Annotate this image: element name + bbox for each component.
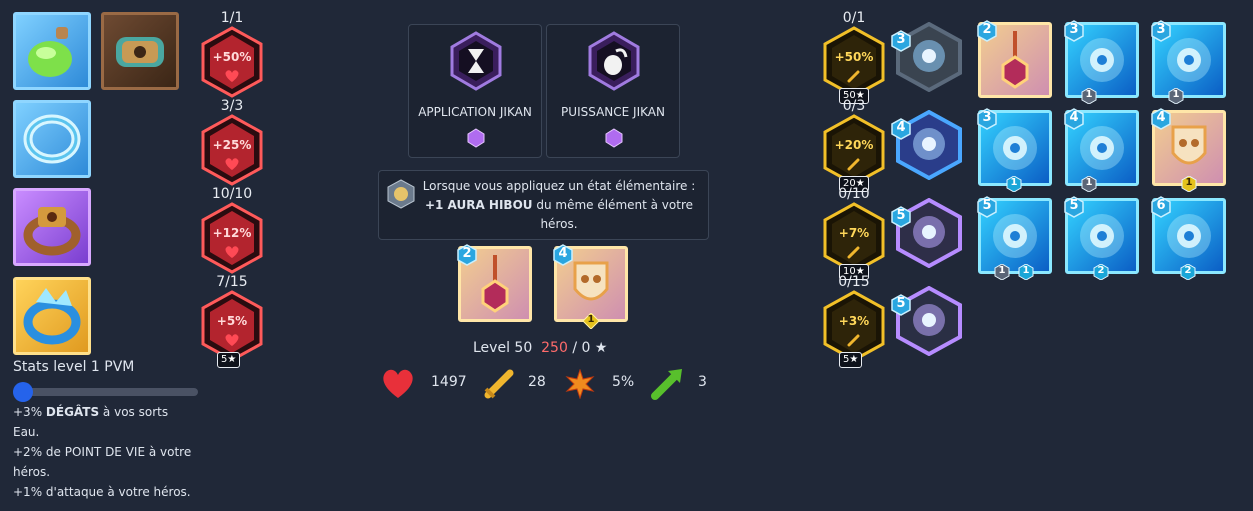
green-potion-item[interactable] [13, 12, 91, 90]
star-icon: ★ [594, 340, 608, 356]
speed-arrow-icon [651, 369, 682, 400]
upgrade-badge: 1 [1006, 175, 1022, 193]
crystal-ring-item[interactable] [13, 277, 91, 355]
sword-icon [847, 246, 860, 259]
upgrade-badge: 1 [582, 312, 600, 330]
heart-icon [225, 246, 239, 258]
ability-label: PUISSANCE JIKAN [561, 105, 665, 119]
bonus-count: 0/3 [842, 98, 866, 114]
upgrade-badge: 1 [1181, 175, 1197, 193]
bonus-count: 1/1 [220, 10, 244, 26]
upgrade-badge: 1 [1018, 263, 1034, 281]
bonus-percent: +5% [216, 314, 248, 328]
tooltip-line3: héros. [540, 217, 578, 231]
level-badge: 5 [1063, 196, 1085, 218]
hourglass-crest-icon [450, 31, 502, 91]
bonus-hex[interactable]: +25% [200, 114, 264, 186]
star-requirement-badge: 5★ [839, 352, 863, 368]
heart-icon [225, 158, 239, 170]
bonus-hex[interactable]: +50% [200, 26, 264, 98]
bonus-percent: +25% [212, 138, 252, 152]
star-requirement-badge: 5★ [217, 352, 241, 368]
bonus-percent: +12% [212, 226, 252, 240]
level-badge: 3 [1063, 20, 1085, 42]
level-badge: 5 [976, 196, 998, 218]
stats-title: Stats level 1 PVM [13, 359, 135, 375]
ability-panel-puissance[interactable]: PUISSANCE JIKAN [546, 24, 680, 158]
bonus-count: 10/10 [211, 186, 253, 202]
level-badge: 2 [976, 20, 998, 42]
crystal-ring-icon [23, 288, 81, 345]
upgrade-badge: 1 [1081, 175, 1097, 193]
sword-icon [484, 369, 514, 399]
bonus-count: 0/10 [838, 186, 870, 202]
level-badge: 3 [890, 30, 912, 52]
stars-current: 250 [541, 340, 568, 356]
gem-ring-icon [23, 207, 81, 256]
hand-crest-icon [588, 31, 640, 91]
effect-tooltip: Lorsque vous appliquez un état élémentai… [378, 170, 709, 240]
health-value: 1497 [431, 374, 467, 390]
sword-icon [847, 70, 860, 83]
ability-label: APPLICATION JIKAN [418, 105, 532, 119]
cannon-icon [116, 37, 164, 67]
hero-level-line: Level 50 250 / 0 ★ [473, 340, 608, 356]
attack-value: 28 [528, 374, 546, 390]
critical-icon [565, 369, 595, 399]
level-badge: 4 [1063, 108, 1085, 130]
upgrade-badge: 1 [1168, 87, 1184, 105]
bonus-count: 3/3 [220, 98, 244, 114]
stats-description: +3% DÉGÂTS à vos sorts Eau. +2% de POINT… [13, 405, 192, 499]
upgrade-badge: 1 [994, 263, 1010, 281]
speed-value: 3 [698, 374, 707, 390]
tooltip-line1: Lorsque vous appliquez un état élémentai… [422, 179, 696, 193]
bonus-count: 7/15 [216, 274, 248, 290]
level-badge: 3 [976, 108, 998, 130]
ring-icon [23, 114, 81, 164]
bonus-percent: +3% [838, 314, 870, 328]
bonus-count: 0/1 [842, 10, 866, 26]
bonus-percent: +50% [834, 50, 874, 64]
slider-handle[interactable] [13, 382, 33, 402]
bonus-count: 0/15 [838, 274, 870, 290]
purple-gem-icon [605, 128, 623, 148]
bonus-percent: +20% [834, 138, 874, 152]
ice-ring-item[interactable] [13, 100, 91, 178]
bonus-hex[interactable]: +12% [200, 202, 264, 274]
heart-icon [225, 334, 239, 346]
ability-panel-application[interactable]: APPLICATION JIKAN [408, 24, 542, 158]
level-badge: 6 [1150, 196, 1172, 218]
bronze-gem-ring-item[interactable] [13, 188, 91, 266]
bonus-percent: +50% [212, 50, 252, 64]
heart-icon [383, 369, 413, 398]
level-badge: 4 [1150, 108, 1172, 130]
potion-icon [28, 27, 72, 77]
stats-level-slider[interactable] [13, 388, 198, 396]
level-badge: 5 [890, 294, 912, 316]
bonus-percent: +7% [838, 226, 870, 240]
sword-icon [847, 334, 860, 347]
bronze-cannon-item[interactable] [101, 12, 179, 90]
level-badge: 4 [552, 244, 574, 266]
purple-gem-icon [467, 128, 485, 148]
level-badge: 2 [456, 244, 478, 266]
upgrade-badge: 2 [1180, 263, 1196, 281]
upgrade-badge: 1 [1081, 87, 1097, 105]
crit-value: 5% [612, 374, 635, 390]
upgrade-badge: 2 [1093, 263, 1109, 281]
level-badge: 3 [1150, 20, 1172, 42]
level-badge: 5 [890, 206, 912, 228]
sword-icon [847, 158, 860, 171]
tooltip-line2: +1 AURA HIBOU du même élément à votre [424, 198, 694, 212]
heart-icon [225, 70, 239, 82]
level-badge: 4 [890, 118, 912, 140]
